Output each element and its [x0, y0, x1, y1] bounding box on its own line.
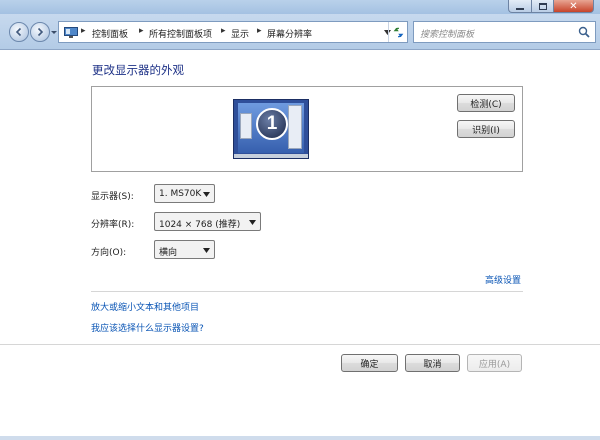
control-panel-icon — [64, 27, 78, 38]
breadcrumb-separator-icon[interactable]: ▸ — [221, 26, 226, 36]
back-arrow-icon — [15, 27, 22, 37]
close-icon: ✕ — [569, 0, 578, 12]
resolution-select[interactable]: 1024 × 768 (推荐) — [154, 212, 261, 231]
footer-divider — [0, 344, 600, 345]
display-select-value: 1. MS70K — [159, 189, 202, 199]
orientation-label: 方向(O): — [91, 248, 127, 258]
navigation-bar: ▸ 控制面板 ▸ 所有控制面板项 ▸ 显示 ▸ 屏幕分辨率 搜索控制面板 — [0, 14, 600, 50]
breadcrumb-item-all-items[interactable]: 所有控制面板项 — [149, 27, 212, 40]
advanced-settings-link[interactable]: 高级设置 — [485, 273, 521, 286]
detect-button[interactable]: 检测(C) — [457, 94, 515, 112]
breadcrumb-separator-icon[interactable]: ▸ — [257, 26, 262, 36]
maximize-button[interactable] — [532, 0, 554, 13]
ok-button[interactable]: 确定 — [341, 354, 398, 372]
chevron-down-icon — [249, 220, 256, 225]
resolution-select-value: 1024 × 768 (推荐) — [159, 220, 241, 230]
display-settings-help-link[interactable]: 我应该选择什么显示器设置? — [91, 321, 204, 334]
recent-pages-dropdown-icon[interactable] — [50, 28, 58, 36]
apply-button[interactable]: 应用(A) — [467, 354, 522, 372]
chevron-down-icon — [203, 248, 210, 253]
text-size-link[interactable]: 放大或缩小文本和其他项目 — [91, 300, 199, 313]
minimize-button[interactable] — [508, 0, 532, 13]
maximize-icon — [538, 2, 547, 10]
search-box[interactable]: 搜索控制面板 — [413, 21, 596, 43]
display-label: 显示器(S): — [91, 192, 134, 202]
window-thumbnail-left — [240, 113, 252, 139]
orientation-select-value: 横向 — [159, 248, 178, 258]
forward-button[interactable] — [30, 22, 50, 42]
breadcrumb-separator-icon[interactable]: ▸ — [81, 26, 86, 36]
display-preview-area: 1 检测(C) 识别(I) — [91, 86, 523, 172]
window-caption-buttons: ✕ — [508, 0, 594, 13]
address-bar[interactable]: ▸ 控制面板 ▸ 所有控制面板项 ▸ 显示 ▸ 屏幕分辨率 — [58, 21, 408, 43]
identify-button[interactable]: 识别(I) — [457, 120, 515, 138]
window-title-bar: ✕ — [0, 0, 600, 14]
divider — [91, 291, 523, 292]
resolution-label: 分辨率(R): — [91, 220, 135, 230]
refresh-button[interactable] — [388, 22, 408, 42]
breadcrumb-item-control-panel[interactable]: 控制面板 — [92, 27, 128, 40]
window-bottom-border — [0, 436, 600, 440]
monitor-icon[interactable]: 1 — [233, 99, 309, 159]
close-button[interactable]: ✕ — [554, 0, 594, 13]
refresh-icon — [393, 27, 404, 37]
breadcrumb-separator-icon[interactable]: ▸ — [139, 26, 144, 36]
back-button[interactable] — [9, 22, 29, 42]
orientation-select[interactable]: 横向 — [154, 240, 215, 259]
minimize-icon — [516, 7, 524, 10]
monitor-base — [234, 154, 308, 158]
chevron-down-icon — [203, 192, 210, 197]
forward-arrow-icon — [37, 27, 44, 37]
monitor-screen: 1 — [238, 103, 304, 153]
breadcrumb-item-display[interactable]: 显示 — [231, 27, 249, 40]
breadcrumb-item-screen-resolution[interactable]: 屏幕分辨率 — [267, 27, 312, 40]
display-select[interactable]: 1. MS70K — [154, 184, 215, 203]
search-icon[interactable] — [578, 26, 590, 38]
window-thumbnail-right — [288, 105, 302, 149]
page-title: 更改显示器的外观 — [92, 63, 184, 77]
search-input[interactable]: 搜索控制面板 — [420, 27, 474, 40]
cancel-button[interactable]: 取消 — [405, 354, 460, 372]
monitor-number-badge: 1 — [256, 108, 288, 140]
